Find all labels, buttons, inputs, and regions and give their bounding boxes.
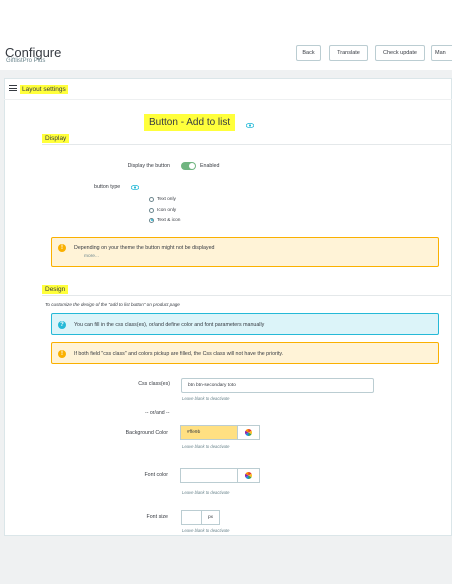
alert-text: You can fill in the css class(es), or/an… (74, 322, 265, 328)
manage-button[interactable]: Man (431, 45, 452, 61)
radio-button[interactable] (149, 207, 154, 213)
design-help-text: To customize the design of the "add to l… (45, 302, 180, 307)
check-update-button[interactable]: Check update (375, 45, 425, 61)
section-title: Button - Add to list (144, 114, 236, 131)
radio-text-and-icon[interactable]: Text & icon (149, 216, 180, 224)
radio-label: Text only (157, 196, 176, 202)
background-color-picker-button[interactable] (237, 425, 260, 440)
translate-button[interactable]: Translate (329, 45, 368, 61)
back-button[interactable]: Back (296, 45, 321, 61)
design-section-heading: Design (42, 285, 452, 296)
font-size-help-text: Leave blank to deactivate (182, 528, 230, 533)
font-color-input[interactable] (180, 468, 237, 483)
color-picker-icon (245, 429, 252, 436)
page-header: Configure GiftlistPro Plus Back Translat… (0, 0, 452, 70)
radio-label: Icon only (157, 207, 177, 213)
or-and-separator: -- or/and -- (145, 410, 170, 416)
font-color-label: Font color (144, 472, 168, 478)
display-button-label: Display the button (127, 163, 170, 169)
radio-label: Text & icon (157, 217, 181, 223)
toggle-state-label: Enabled (200, 163, 220, 169)
radio-text-only[interactable]: Text only (149, 195, 176, 203)
warning-icon: ! (58, 244, 66, 252)
more-link[interactable]: more... (84, 254, 99, 259)
background-color-label: Background Color (125, 430, 168, 436)
font-color-help-text: Leave blank to deactivate (182, 490, 230, 495)
list-icon (9, 85, 17, 92)
font-size-unit: px (201, 510, 220, 525)
theme-warning-alert: ! Depending on your theme the button mig… (51, 237, 439, 267)
display-button-toggle[interactable] (181, 162, 196, 170)
alert-text: If both field "css class" and colors pic… (74, 351, 284, 357)
css-class-label: Css class(es) (138, 381, 170, 387)
design-heading-label: Design (42, 285, 69, 294)
radio-button[interactable] (149, 217, 154, 223)
alert-text: Depending on your theme the button might… (74, 245, 215, 251)
css-help-text: Leave blank to deactivate (182, 396, 230, 401)
warning-icon: ! (58, 350, 66, 358)
font-color-picker-button[interactable] (237, 468, 260, 483)
radio-icon-only[interactable]: Icon only (149, 206, 176, 214)
radio-button[interactable] (149, 196, 154, 202)
font-size-label: Font size (146, 514, 169, 520)
panel-heading: Layout settings (4, 78, 452, 100)
css-info-alert: ? You can fill in the css class(es), or/… (51, 313, 439, 335)
color-picker-icon (245, 472, 252, 479)
background-color-input[interactable]: #ffe9b (180, 425, 237, 440)
font-size-input[interactable] (181, 510, 201, 525)
page-subtitle: GiftlistPro Plus (6, 58, 46, 64)
priority-warning-alert: ! If both field "css class" and colors p… (51, 342, 439, 364)
button-type-label: button type (94, 184, 121, 190)
css-class-input[interactable]: btn btn-secondary toto (181, 378, 374, 393)
eye-icon[interactable] (246, 123, 254, 128)
display-section-heading: Display (42, 134, 452, 145)
panel-heading-label: Layout settings (20, 85, 68, 94)
background-color-help-text: Leave blank to deactivate (182, 444, 230, 449)
display-heading-label: Display (42, 134, 70, 143)
help-icon: ? (58, 321, 66, 329)
eye-icon[interactable] (131, 185, 139, 190)
